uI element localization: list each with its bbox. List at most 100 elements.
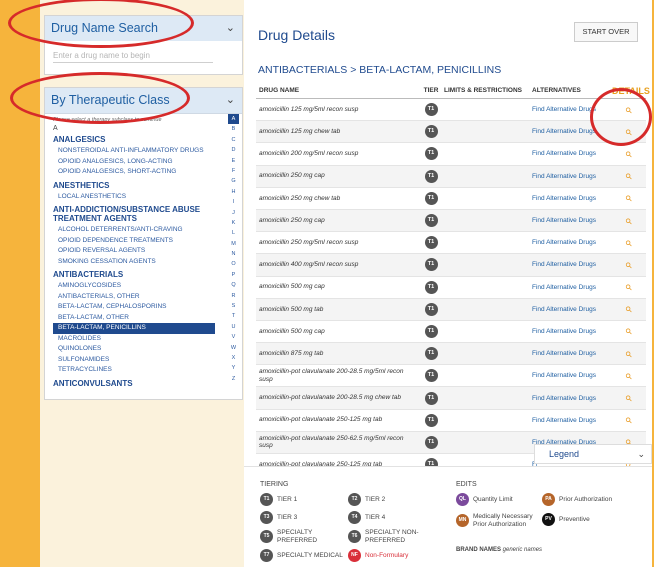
chevron-down-icon[interactable]: ⌄ (637, 449, 645, 460)
subclass-item[interactable]: AMINOGLYCOSIDES (53, 281, 231, 292)
tier-badge: T1 (424, 103, 438, 117)
edit-label: Medically Necessary Prior Authorization (473, 513, 533, 528)
table-row: amoxicillin 400 mg/5ml recon susp T1 Find … (256, 254, 646, 277)
category-heading[interactable]: ANTICONVULSANTS (53, 379, 231, 387)
subclass-item[interactable]: OPIOID REVERSAL AGENTS (53, 246, 231, 257)
details-cell: ⚲ (612, 260, 646, 271)
alphabet-letter[interactable]: O (228, 259, 239, 269)
alphabet-letter[interactable]: N (228, 249, 239, 259)
alphabet-letter[interactable]: I (228, 197, 239, 207)
alphabet-letter[interactable]: Y (228, 363, 239, 373)
alphabet-letter[interactable]: G (228, 176, 239, 186)
find-alternatives-link[interactable]: Find Alternative Drugs (532, 195, 612, 202)
find-alternatives-link[interactable]: Find Alternative Drugs (532, 217, 612, 224)
tier-legend-item: NF Non-Formulary (348, 549, 436, 562)
edit-legend-item: QL Quantity Limit (456, 493, 540, 506)
start-over-button[interactable]: START OVER (574, 22, 638, 42)
find-alternatives-link[interactable]: Find Alternative Drugs (532, 417, 612, 424)
search-icon[interactable]: ⚲ (624, 149, 635, 160)
chevron-down-icon[interactable]: ⌄ (226, 21, 235, 34)
subclass-item-selected[interactable]: BETA-LACTAM, PENICILLINS (53, 323, 215, 334)
alphabet-letter[interactable]: T (228, 311, 239, 321)
subclass-item[interactable]: OPIOID ANALGESICS, LONG-ACTING (53, 157, 231, 168)
subclass-item[interactable]: MACROLIDES (53, 334, 231, 345)
alphabet-letter[interactable]: B (228, 124, 239, 134)
tier-badge: T1 (424, 125, 438, 139)
search-icon[interactable]: ⚲ (624, 415, 635, 426)
find-alternatives-link[interactable]: Find Alternative Drugs (532, 306, 612, 313)
alphabet-letter[interactable]: P (228, 270, 239, 280)
subclass-item[interactable]: SMOKING CESSATION AGENTS (53, 257, 231, 268)
alphabet-letter[interactable]: S (228, 301, 239, 311)
alphabet-letter[interactable]: E (228, 156, 239, 166)
search-icon[interactable]: ⚲ (624, 238, 635, 249)
alphabet-letter[interactable]: C (228, 135, 239, 145)
table-row: amoxicillin 250 mg cap T1 Find Alternative… (256, 209, 646, 233)
search-icon[interactable]: ⚲ (624, 393, 635, 404)
page-title: Drug Details (258, 27, 336, 43)
find-alternatives-link[interactable]: Find Alternative Drugs (532, 261, 612, 268)
subclass-item[interactable]: BETA-LACTAM, CEPHALOSPORINS (53, 302, 231, 313)
tier-badge: T1 (424, 435, 438, 449)
search-icon[interactable]: ⚲ (624, 171, 635, 182)
subclass-item[interactable]: BETA-LACTAM, OTHER (53, 313, 231, 324)
alphabet-letter[interactable]: F (228, 166, 239, 176)
search-icon[interactable]: ⚲ (624, 305, 635, 316)
alphabet-letter[interactable]: A (228, 114, 239, 125)
tier-cell: T1 (418, 280, 444, 294)
search-icon[interactable]: ⚲ (624, 327, 635, 338)
tier-badge: T1 (424, 258, 438, 272)
column-header: LIMITS & RESTRICTIONS (444, 87, 522, 94)
search-icon[interactable]: ⚲ (624, 349, 635, 360)
category-heading[interactable]: ANTIBACTERIALS (53, 270, 231, 279)
alphabet-letter[interactable]: M (228, 239, 239, 249)
alphabet-letter[interactable]: K (228, 218, 239, 228)
tier-cell: T1 (418, 324, 444, 338)
alphabet-letter[interactable]: L (228, 228, 239, 238)
subclass-item[interactable]: NONSTEROIDAL ANTI-INFLAMMATORY DRUGS (53, 146, 231, 157)
alphabet-letter[interactable]: W (228, 343, 239, 353)
subclass-item[interactable]: OPIOID ANALGESICS, SHORT-ACTING (53, 167, 231, 178)
tier-badge: T2 (348, 493, 361, 506)
search-icon[interactable]: ⚲ (624, 216, 635, 227)
search-icon[interactable]: ⚲ (624, 371, 635, 382)
drug-name-input[interactable] (53, 51, 213, 63)
alphabet-letter[interactable]: H (228, 187, 239, 197)
alphabet-letter[interactable]: X (228, 353, 239, 363)
drug-name: amoxicillin 875 mg tab (259, 349, 324, 357)
legend-toggle[interactable]: Legend ⌄ (534, 444, 652, 464)
alphabet-letter[interactable]: Q (228, 280, 239, 290)
subclass-item[interactable]: TETRACYCLINES (53, 365, 231, 376)
find-alternatives-link[interactable]: Find Alternative Drugs (532, 150, 612, 157)
alphabet-letter[interactable]: R (228, 291, 239, 301)
find-alternatives-link[interactable]: Find Alternative Drugs (532, 284, 612, 291)
column-header: ALTERNATIVES (532, 87, 581, 94)
category-heading[interactable]: ANESTHETICS (53, 181, 231, 190)
search-icon[interactable]: ⚲ (624, 194, 635, 205)
chevron-down-icon[interactable]: ⌄ (226, 93, 235, 106)
find-alternatives-link[interactable]: Find Alternative Drugs (532, 350, 612, 357)
subclass-item[interactable]: LOCAL ANESTHETICS (53, 192, 231, 203)
tier-badge: T3 (260, 511, 273, 524)
subclass-item[interactable]: SULFONAMIDES (53, 355, 231, 366)
category-heading[interactable]: ANTI-ADDICTION/SUBSTANCE ABUSE TREATMENT… (53, 205, 231, 223)
search-icon[interactable]: ⚲ (624, 282, 635, 293)
search-icon[interactable]: ⚲ (624, 260, 635, 271)
find-alternatives-link[interactable]: Find Alternative Drugs (532, 239, 612, 246)
find-alternatives-link[interactable]: Find Alternative Drugs (532, 328, 612, 335)
find-alternatives-link[interactable]: Find Alternative Drugs (532, 173, 612, 180)
alphabet-letter[interactable]: J (228, 208, 239, 218)
alphabet-letter[interactable]: Z (228, 374, 239, 384)
subclass-item[interactable]: OPIOID DEPENDENCE TREATMENTS (53, 236, 231, 247)
subclass-item[interactable]: ANTIBACTERIALS, OTHER (53, 292, 231, 303)
alphabet-letter[interactable]: V (228, 332, 239, 342)
find-alternatives-link[interactable]: Find Alternative Drugs (532, 372, 612, 379)
category-heading[interactable]: ANALGESICS (53, 135, 231, 144)
alphabet-letter[interactable]: D (228, 145, 239, 155)
find-alternatives-link[interactable]: Find Alternative Drugs (532, 395, 612, 402)
subclass-item[interactable]: ALCOHOL DETERRENTS/ANTI-CRAVING (53, 225, 231, 236)
details-cell: ⚲ (612, 304, 646, 316)
alphabet-letter[interactable]: U (228, 322, 239, 332)
subclass-item[interactable]: QUINOLONES (53, 344, 231, 355)
table-row: amoxicillin 500 mg tab T1 Find Alternative… (256, 298, 646, 321)
